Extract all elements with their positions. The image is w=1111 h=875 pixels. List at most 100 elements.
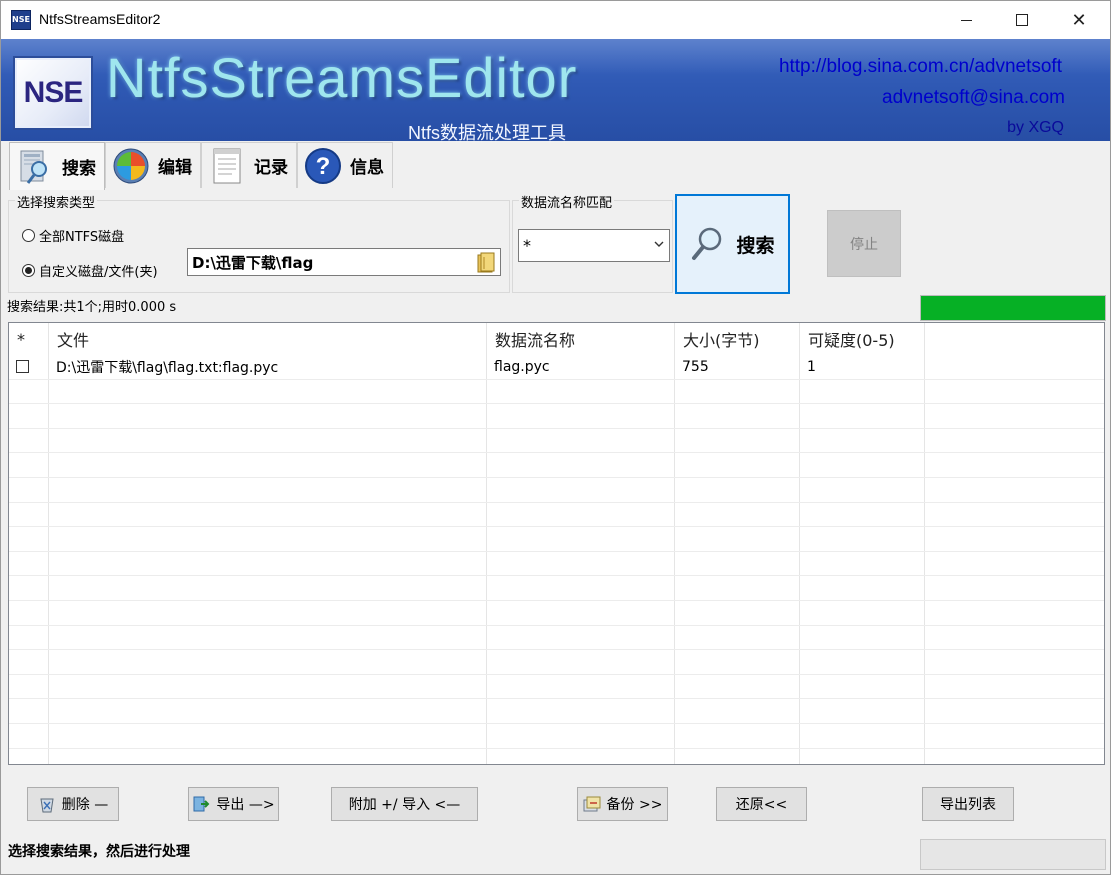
search-button[interactable]: 搜索 (675, 194, 790, 294)
empty-cell (925, 478, 1104, 502)
magnifier-icon (692, 227, 722, 260)
file-cell: D:\迅雷下载\flag\flag.txt:flag.pyc (49, 355, 487, 379)
stream-name-combo[interactable]: * (518, 229, 670, 262)
empty-cell (925, 503, 1104, 527)
main-window: NSE NtfsStreamsEditor2 ✕ NSE NtfsStreams… (0, 0, 1111, 875)
maximize-button[interactable] (999, 1, 1045, 39)
empty-cell (487, 723, 675, 748)
empty-cell (925, 626, 1104, 650)
empty-cell (800, 748, 925, 764)
empty-cell (800, 723, 925, 748)
empty-cell (487, 600, 675, 625)
table-row-empty (9, 477, 1104, 503)
table-row[interactable]: D:\迅雷下载\flag\flag.txt:flag.pyc flag.pyc … (9, 355, 1104, 380)
restore-button[interactable]: 还原<< (716, 787, 807, 821)
export-list-button[interactable]: 导出列表 (922, 787, 1014, 821)
empty-cell (925, 527, 1104, 551)
tab-info[interactable]: ? 信息 (297, 142, 393, 188)
results-table[interactable]: * 文件 数据流名称 大小(字节) 可疑度(0-5) D:\迅雷下载\flag\… (8, 322, 1105, 765)
empty-cell (9, 625, 49, 650)
empty-cell (800, 699, 925, 723)
empty-cell (49, 600, 487, 625)
radio-all-ntfs-circle[interactable] (22, 229, 35, 242)
export-list-label: 导出列表 (940, 797, 996, 813)
tab-edit[interactable]: 编辑 (105, 142, 201, 188)
empty-cell (49, 404, 487, 428)
empty-cell (487, 527, 675, 551)
empty-cell (675, 477, 800, 502)
empty-cell (800, 527, 925, 551)
col-stream-header[interactable]: 数据流名称 (487, 323, 675, 355)
export-button[interactable]: 导出 —> (188, 787, 279, 821)
table-row-empty (9, 379, 1104, 405)
col-file-header[interactable]: 文件 (49, 323, 487, 355)
radio-custom-circle[interactable] (22, 264, 35, 277)
empty-cell (925, 749, 1104, 765)
search-progress-bar (920, 295, 1106, 321)
restore-button-label: 还原<< (735, 797, 788, 813)
svg-text:?: ? (316, 153, 331, 180)
tab-log[interactable]: 记录 (201, 142, 297, 188)
close-button[interactable]: ✕ (1056, 1, 1102, 39)
search-button-label: 搜索 (736, 234, 775, 257)
empty-cell (925, 552, 1104, 576)
col-size-header[interactable]: 大小(字节) (675, 323, 800, 355)
empty-cell (800, 502, 925, 527)
delete-button[interactable]: 删除 — (27, 787, 119, 821)
empty-cell (49, 650, 487, 674)
tab-label: 信息 (350, 158, 384, 178)
stop-button[interactable]: 停止 (827, 210, 901, 277)
export-icon (193, 796, 210, 812)
col-suspicion-header[interactable]: 可疑度(0-5) (800, 323, 925, 355)
empty-cell (800, 600, 925, 625)
radio-all-ntfs[interactable]: 全部NTFS磁盘 (22, 226, 124, 245)
tab-label: 记录 (254, 158, 288, 178)
radio-custom[interactable]: 自定义磁盘/文件(夹) (22, 261, 158, 280)
path-input[interactable]: D:\迅雷下载\flag (187, 248, 501, 276)
row-checkbox[interactable] (16, 360, 29, 374)
status-message: 选择搜索结果，然后进行处理 (8, 844, 190, 860)
empty-cell (675, 404, 800, 428)
empty-cell (675, 551, 800, 576)
delete-button-label: 删除 — (61, 797, 109, 813)
empty-cell (9, 674, 49, 699)
backup-button[interactable]: 备份 >> (577, 787, 668, 821)
empty-cell (9, 527, 49, 551)
table-header: * 文件 数据流名称 大小(字节) 可疑度(0-5) (9, 323, 1104, 355)
empty-cell (675, 600, 800, 625)
export-button-label: 导出 —> (216, 797, 275, 813)
empty-cell (487, 650, 675, 674)
empty-cell (675, 379, 800, 404)
logo-text: NSE (23, 76, 84, 109)
browse-folder-icon[interactable] (476, 252, 496, 273)
table-row-empty (9, 699, 1104, 724)
empty-cell (9, 551, 49, 576)
close-icon: ✕ (1071, 9, 1087, 31)
window-title: NtfsStreamsEditor2 (39, 11, 161, 27)
tab-search[interactable]: 搜索 (9, 142, 105, 190)
empty-cell (925, 724, 1104, 748)
empty-cell (487, 674, 675, 699)
app-icon: NSE (11, 10, 31, 30)
size-cell: 755 (675, 355, 800, 379)
empty-cell (487, 699, 675, 723)
col-select-header[interactable]: * (9, 323, 49, 355)
email-link[interactable]: advnetsoft@sina.com (882, 87, 1065, 109)
empty-cell (487, 428, 675, 453)
attach-import-button[interactable]: 附加 +/ 导入 <— (331, 787, 478, 821)
minimize-button[interactable] (943, 1, 989, 39)
title-bar: NSE NtfsStreamsEditor2 ✕ (1, 1, 1110, 39)
empty-cell (675, 625, 800, 650)
empty-cell (487, 502, 675, 527)
blog-link[interactable]: http://blog.sina.com.cn/advnetsoft (779, 56, 1062, 78)
empty-cell (487, 477, 675, 502)
table-row-empty (9, 502, 1104, 528)
empty-cell (800, 674, 925, 699)
empty-cell (487, 453, 675, 477)
table-row-empty (9, 551, 1104, 577)
row-select-cell[interactable] (9, 355, 49, 379)
table-body: D:\迅雷下载\flag\flag.txt:flag.pyc flag.pyc … (9, 355, 1104, 765)
empty-cell (9, 748, 49, 764)
table-row-empty (9, 625, 1104, 651)
empty-cell (925, 453, 1104, 477)
